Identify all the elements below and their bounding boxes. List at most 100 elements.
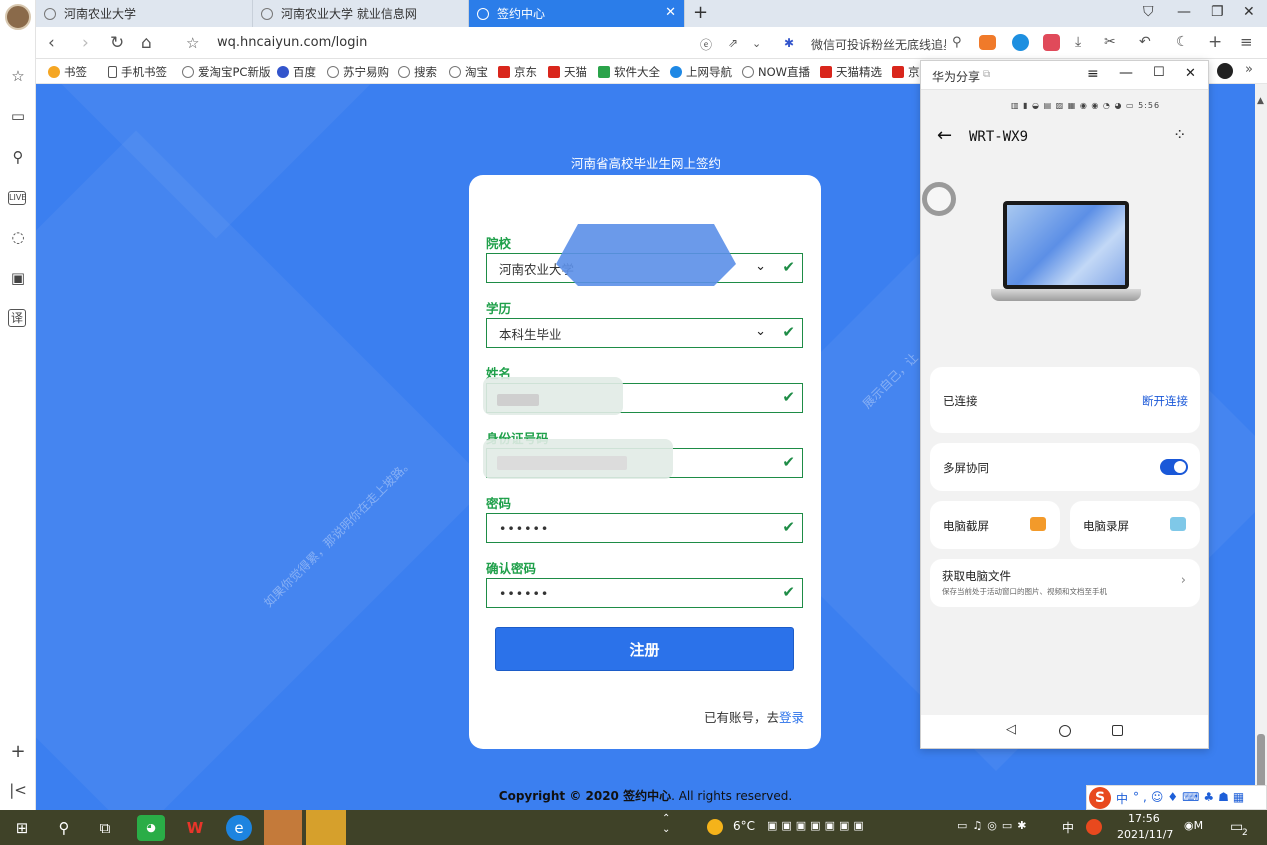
download-icon[interactable]: ⤓ xyxy=(1075,34,1081,50)
search-icon[interactable]: ⚲ xyxy=(952,35,962,50)
clock-time[interactable]: 17:56 xyxy=(1128,812,1160,825)
bookmark-star-icon[interactable]: ☆ xyxy=(186,34,199,52)
register-button[interactable]: 注册 xyxy=(495,627,794,671)
minimize-icon[interactable]: — xyxy=(1119,65,1133,81)
nav-back-icon[interactable]: ◁ xyxy=(1006,722,1016,737)
reading-book-icon[interactable]: ▭ xyxy=(8,107,28,127)
wechat-icon[interactable]: ◕ xyxy=(137,815,165,841)
close-window-icon[interactable]: ✕ xyxy=(1243,4,1255,20)
red-app-icon[interactable] xyxy=(1043,34,1060,51)
bookmark-item[interactable]: 上网导航 xyxy=(670,64,732,80)
page-scrollbar[interactable]: ▲ ▼ xyxy=(1255,84,1267,810)
menu-icon[interactable]: ≡ xyxy=(1087,66,1099,82)
live-icon[interactable]: LIVE xyxy=(8,191,26,205)
share-icon[interactable]: ⇗ xyxy=(728,36,738,50)
sogou-tray-icon[interactable] xyxy=(1086,819,1102,835)
bookmark-item[interactable]: 天猫精选 xyxy=(820,64,882,80)
search-icon[interactable]: ⚲ xyxy=(50,815,78,841)
ime-indicator[interactable]: 中 xyxy=(1062,819,1074,836)
bookmark-item[interactable]: 京东 xyxy=(498,64,537,80)
bookmark-item[interactable]: 爱淘宝PC新版 xyxy=(182,64,270,80)
tab-hnau-jobs[interactable]: 河南农业大学 就业信息网 xyxy=(253,0,469,27)
bookmark-item[interactable]: 软件大全 xyxy=(598,64,660,80)
user-avatar[interactable] xyxy=(5,4,31,30)
url-input[interactable]: wq.hncaiyun.com/login xyxy=(217,35,367,50)
degree-value: 本科生毕业 xyxy=(499,326,562,342)
new-tab-button[interactable]: + xyxy=(693,2,708,23)
bookmark-item[interactable]: 天猫 xyxy=(548,64,587,80)
multiscreen-toggle[interactable] xyxy=(1160,459,1188,475)
back-icon[interactable]: ‹ xyxy=(48,33,55,53)
confirm-password-field[interactable]: •••••• ✔ xyxy=(486,578,803,608)
task-view-icon[interactable]: ⧉ xyxy=(91,815,119,841)
get-files-card[interactable]: 获取电脑文件 保存当前处于活动窗口的图片、视频和文档至手机 › xyxy=(930,559,1200,607)
disconnect-link[interactable]: 断开连接 xyxy=(1142,393,1188,409)
bookmark-item[interactable]: 苏宁易购 xyxy=(327,64,389,80)
get-files-title: 获取电脑文件 xyxy=(942,569,1011,583)
bookmark-item[interactable]: 书签 xyxy=(48,64,87,80)
forward-icon[interactable]: › xyxy=(82,33,89,53)
school-label: 院校 xyxy=(486,236,512,251)
paw-search-icon[interactable]: ✱ xyxy=(784,36,794,50)
bookmark-item[interactable]: 百度 xyxy=(277,64,316,80)
scissors-icon[interactable]: ✂ xyxy=(1104,34,1116,50)
tray-extra-icons: ◉M xyxy=(1184,819,1204,832)
shirt-skin-icon[interactable]: ⛉ xyxy=(1143,4,1154,20)
favorites-star-icon[interactable]: ☆ xyxy=(8,67,28,87)
undo-icon[interactable]: ↶ xyxy=(1139,34,1151,50)
browser-icon[interactable]: e xyxy=(226,815,252,841)
ime-mode-label: 中 xyxy=(1116,792,1129,806)
game-icon[interactable] xyxy=(979,35,996,50)
add-icon[interactable]: + xyxy=(8,741,28,762)
nav-recents-icon[interactable] xyxy=(1112,725,1123,736)
translate-icon[interactable]: 译 xyxy=(8,309,26,327)
more-bookmarks-icon[interactable]: » xyxy=(1245,62,1253,77)
huawei-share-titlebar[interactable]: 华为分享 ⧉ ≡ — ☐ ✕ xyxy=(921,61,1208,90)
weather-temp[interactable]: 6°C xyxy=(733,819,755,833)
close-tab-icon[interactable]: ✕ xyxy=(665,5,676,20)
degree-select[interactable]: 本科生毕业 ⌄ ✔ xyxy=(486,318,803,348)
moon-icon[interactable]: ☾ xyxy=(1176,34,1189,50)
extension-icon[interactable] xyxy=(1217,63,1233,79)
password-field[interactable]: •••••• ✔ xyxy=(486,513,803,543)
menu-icon[interactable]: ≡ xyxy=(1240,33,1253,51)
ie-compat-icon[interactable]: ⓔ xyxy=(700,36,712,53)
add-icon[interactable]: + xyxy=(1208,32,1222,52)
restore-icon[interactable]: ❐ xyxy=(1211,4,1224,20)
scroll-up-icon[interactable]: ▲ xyxy=(1257,96,1264,106)
login-link[interactable]: 登录 xyxy=(779,710,804,725)
back-arrow-icon[interactable]: ← xyxy=(937,125,952,146)
scroll-thumb[interactable] xyxy=(1257,734,1265,789)
huawei-share-task-icon[interactable] xyxy=(306,810,346,845)
search-box[interactable]: 微信可投诉粉丝无底线追星 xyxy=(811,36,946,53)
briefcase-icon[interactable]: ▣ xyxy=(8,269,28,289)
bookmark-item[interactable]: 京 xyxy=(892,64,920,80)
bookmark-item[interactable]: 搜索 xyxy=(398,64,437,80)
tray-expand-icon[interactable]: ⌃ ⌄ xyxy=(662,813,670,835)
bookmark-item[interactable]: NOW直播 xyxy=(742,64,810,80)
infinity-icon[interactable] xyxy=(1012,34,1029,51)
record-card[interactable]: 电脑录屏 xyxy=(1070,501,1200,549)
clock-date[interactable]: 2021/11/7 xyxy=(1117,828,1173,841)
tab-hnau[interactable]: 河南农业大学 xyxy=(36,0,253,27)
windows-start-icon[interactable]: ⊞ xyxy=(8,815,36,841)
chat-bubble-icon[interactable]: ◌ xyxy=(8,228,28,248)
wps-icon[interactable]: W xyxy=(181,815,209,841)
search-icon[interactable]: ⚲ xyxy=(8,148,28,168)
photo-app-icon[interactable] xyxy=(264,810,302,845)
more-dots-icon[interactable]: ⁘ xyxy=(1173,125,1186,144)
collapse-sidebar-icon[interactable]: |< xyxy=(8,781,28,801)
ime-toolbar[interactable]: S 中 °,☺♦⌨♣☗▦ xyxy=(1086,785,1267,810)
bookmark-item[interactable]: 手机书签 xyxy=(108,64,167,80)
chevron-down-icon[interactable]: ⌄ xyxy=(752,37,761,50)
close-icon[interactable]: ✕ xyxy=(1185,66,1196,81)
home-icon[interactable]: ⌂ xyxy=(141,33,152,53)
bookmark-item[interactable]: 淘宝 xyxy=(449,64,488,80)
maximize-icon[interactable]: ☐ xyxy=(1153,65,1165,80)
screenshot-card[interactable]: 电脑截屏 xyxy=(930,501,1060,549)
refresh-icon[interactable]: ↻ xyxy=(110,33,124,53)
tab-signing-center[interactable]: 签约中心 ✕ xyxy=(469,0,685,27)
nav-home-icon[interactable] xyxy=(1059,725,1071,737)
minimize-icon[interactable]: — xyxy=(1177,4,1191,20)
tab-label: 河南农业大学 就业信息网 xyxy=(281,7,417,21)
